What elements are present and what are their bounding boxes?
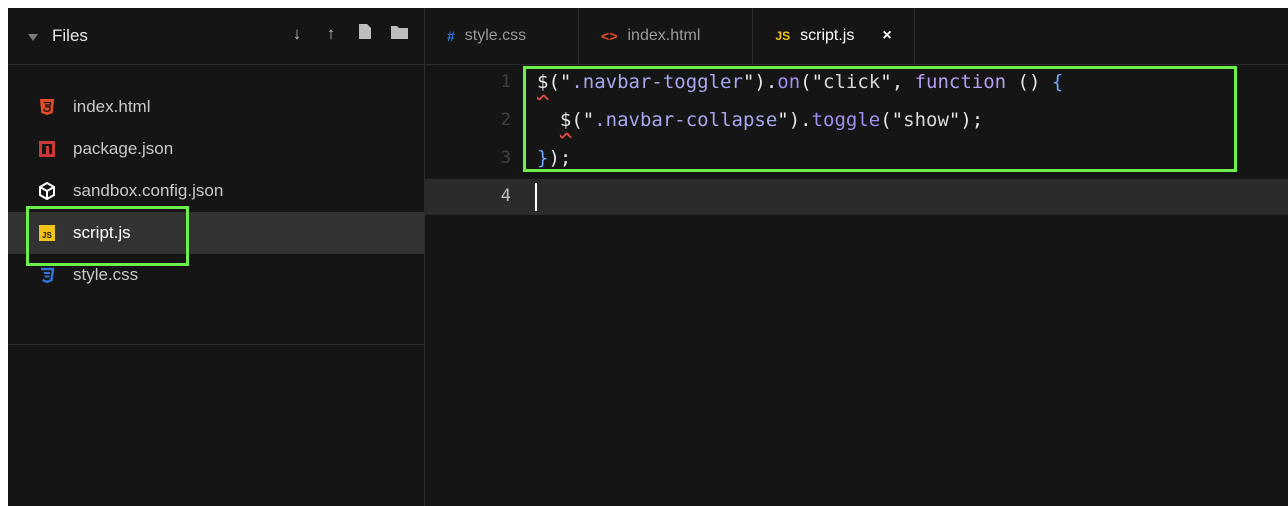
collapse-caret-icon[interactable]: [28, 34, 38, 41]
code-line: 3 });: [425, 141, 1288, 179]
file-item-index-html[interactable]: index.html: [8, 86, 424, 128]
code-editor: # style.css <> index.html JS script.js ×…: [425, 8, 1288, 506]
line-number: 3: [500, 148, 511, 168]
file-item-sandbox-config[interactable]: sandbox.config.json: [8, 170, 424, 212]
tab-script-js[interactable]: JS script.js ×: [753, 8, 915, 64]
file-explorer-sidebar: Files ↓ ↑ index.html package.json sandbo…: [8, 8, 425, 506]
file-item-package-json[interactable]: package.json: [8, 128, 424, 170]
new-file-icon[interactable]: [356, 24, 374, 44]
sidebar-actions: ↓ ↑: [288, 24, 408, 44]
sidebar-divider: [8, 344, 424, 345]
line-number: 2: [500, 110, 511, 130]
arrow-up-icon[interactable]: ↑: [322, 24, 340, 44]
code-text: });: [537, 147, 572, 169]
file-item-style-css[interactable]: style.css: [8, 254, 424, 296]
html5-icon: [36, 96, 58, 118]
file-label: index.html: [73, 97, 151, 116]
code-brackets-icon: <>: [601, 28, 618, 44]
file-item-script-js[interactable]: JS script.js: [8, 212, 424, 254]
code-line-current: 4: [425, 179, 1288, 215]
tab-label: index.html: [627, 27, 701, 44]
arrow-down-icon[interactable]: ↓: [288, 24, 306, 44]
files-header[interactable]: Files ↓ ↑: [8, 8, 424, 65]
editor-tabbar: # style.css <> index.html JS script.js ×: [425, 8, 1288, 65]
code-line: 2 $(".navbar-collapse").toggle("show");: [425, 103, 1288, 141]
css3-icon: [36, 264, 58, 286]
file-label: package.json: [73, 139, 174, 158]
hash-icon: #: [447, 28, 455, 44]
tab-label: style.css: [464, 27, 527, 44]
new-folder-icon[interactable]: [390, 24, 408, 44]
files-title: Files: [52, 26, 88, 45]
npm-icon: [36, 138, 58, 160]
code-area[interactable]: 1 $(".navbar-toggler").on("click", funct…: [425, 65, 1288, 506]
tab-style-css[interactable]: # style.css: [425, 8, 580, 64]
code-line: 1 $(".navbar-toggler").on("click", funct…: [425, 65, 1288, 103]
file-label: script.js: [73, 223, 131, 242]
code-text: $(".navbar-toggler").on("click", functio…: [537, 71, 1064, 93]
file-label: style.css: [73, 265, 139, 284]
code-sandbox-app: Files ↓ ↑ index.html package.json sandbo…: [8, 8, 1288, 506]
file-label: sandbox.config.json: [73, 181, 224, 200]
cube-icon: [36, 180, 58, 202]
line-number: 1: [500, 72, 511, 92]
text-cursor: [535, 183, 537, 211]
tab-label: script.js: [800, 27, 855, 44]
svg-text:JS: JS: [42, 231, 52, 240]
javascript-icon: JS: [36, 222, 58, 244]
line-number: 4: [500, 186, 511, 206]
file-list: index.html package.json sandbox.config.j…: [8, 86, 424, 296]
code-text: $(".navbar-collapse").toggle("show");: [559, 109, 984, 131]
tab-index-html[interactable]: <> index.html: [579, 8, 754, 64]
javascript-icon: JS: [775, 29, 791, 43]
close-tab-icon[interactable]: ×: [882, 27, 891, 45]
